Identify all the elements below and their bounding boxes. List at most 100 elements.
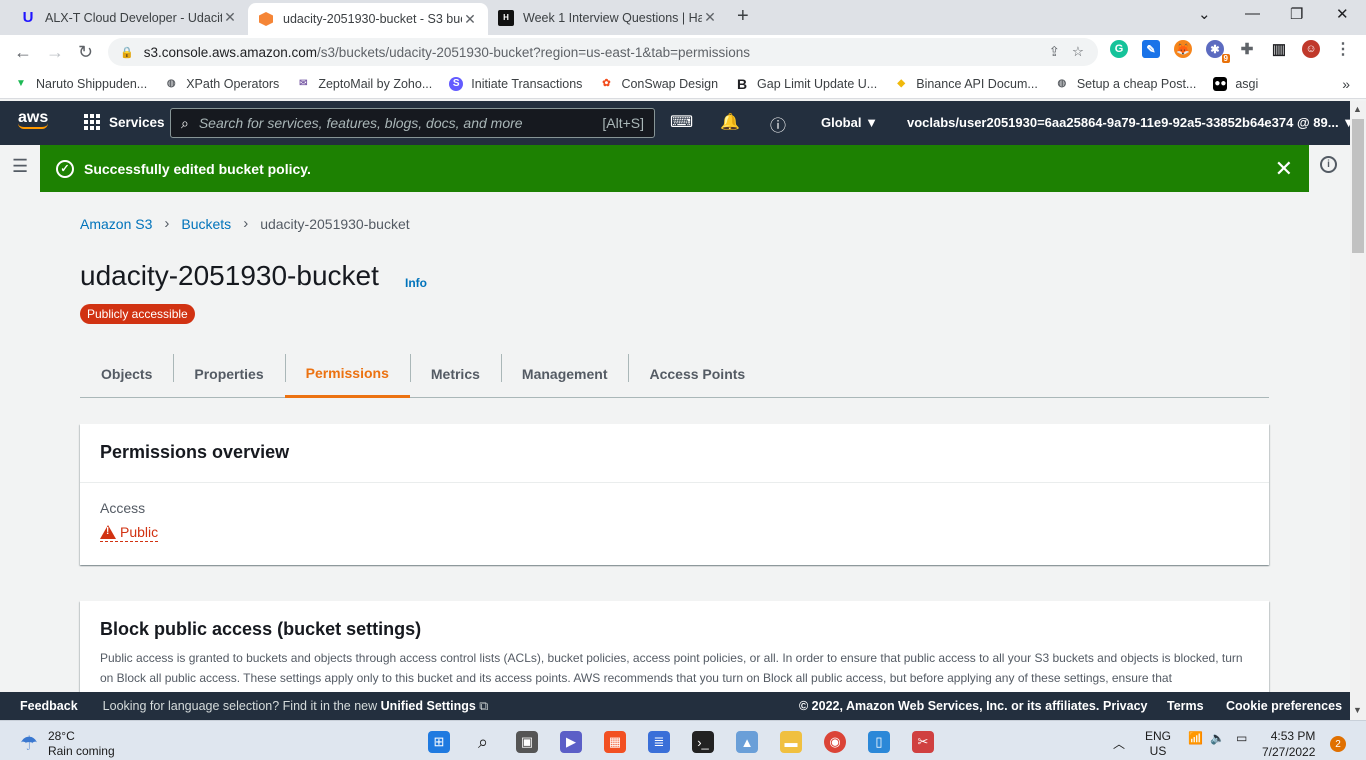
bookmark-star-icon[interactable]: ☆ [1072,44,1084,60]
feedback-link[interactable]: Feedback [20,699,78,713]
side-panel-icon[interactable]: ▥ [1270,40,1288,58]
privacy-link[interactable]: Privacy [1103,699,1147,713]
page-scrollbar[interactable]: ▲ ▼ [1350,101,1366,720]
bell-icon[interactable]: 🔔 [720,112,740,132]
tab-management[interactable]: Management [500,350,629,398]
maximize-icon[interactable]: ❐ [1290,5,1303,23]
close-icon[interactable]: ✕ [1275,156,1293,182]
windows-start-icon[interactable]: ⊞ [428,731,450,753]
scrollbar-thumb[interactable] [1352,119,1364,253]
share-icon[interactable]: ⇪ [1049,44,1060,60]
pen-extension-icon[interactable]: ✎ [1142,40,1160,58]
back-icon[interactable]: ← [14,42,32,63]
account-menu[interactable]: voclabs/user2051930=6aa25864-9a79-11e9-9… [907,115,1355,130]
help-icon[interactable]: ⓘ [770,112,786,136]
clock[interactable]: 4:53 PM 7/27/2022 [1262,728,1315,760]
photos-icon[interactable]: ▲ [736,731,758,753]
tab-access-points[interactable]: Access Points [628,350,766,398]
extension-badge-icon[interactable]: ✱ 9 [1206,40,1230,63]
teams-chat-icon[interactable]: ▶ [560,731,582,753]
external-link-icon: ⧉ [479,698,489,713]
bookmark-favicon-icon: ▼ [16,78,26,89]
services-menu-button[interactable]: Services [84,114,165,130]
browser-tab-hackmd[interactable]: H Week 1 Interview Questions | Ha ✕ [488,0,728,35]
extension-badge-count: 9 [1221,54,1230,63]
store-icon[interactable]: ▦ [604,731,626,753]
close-tab-icon[interactable]: ✕ [702,9,718,26]
language-indicator[interactable]: ENG US [1145,729,1171,759]
task-view-icon[interactable]: ▣ [516,731,538,753]
chevron-down-icon[interactable]: ⌄ [1198,5,1211,23]
grid-icon [84,114,100,130]
access-label: Access [100,500,146,516]
bookmark-item[interactable]: ✉ ZeptoMail by Zoho... [296,77,432,91]
windows-taskbar: ☂ 28°C Rain coming ⊞ ⌕ ▣ ▶ ▦ ≣ ›_ ▲ ▬ ◉ ▯… [0,720,1366,760]
forward-icon[interactable]: → [46,42,64,63]
url-path: /s3/buckets/udacity-2051930-bucket?regio… [317,44,751,60]
battery-icon[interactable]: ▭ [1236,731,1247,745]
puzzle-icon[interactable]: ✚ [1238,40,1256,58]
bookmarks-overflow-icon[interactable]: » [1342,76,1350,92]
access-value[interactable]: Public [100,524,159,542]
warning-icon [100,525,116,539]
rain-cloud-icon: ☂ [20,732,38,755]
profile-avatar[interactable]: ☺ [1302,40,1320,58]
menu-kebab-icon[interactable]: ⋮ [1334,40,1352,58]
wifi-icon[interactable]: 📶 [1188,731,1203,745]
breadcrumb-buckets[interactable]: Buckets [181,216,231,232]
address-bar[interactable]: 🔒 s3.console.aws.amazon.com/s3/buckets/u… [108,38,1098,66]
notepad-icon[interactable]: ≣ [648,731,670,753]
info-link[interactable]: Info [405,276,427,290]
bookmark-item[interactable]: ◍ Setup a cheap Post... [1055,76,1197,91]
search-shortcut: [Alt+S] [602,115,644,131]
bookmark-item[interactable]: ◍ XPath Operators [164,77,279,91]
new-tab-button[interactable]: + [737,5,749,28]
terminal-icon[interactable]: ›_ [692,731,714,753]
notification-badge[interactable]: 2 [1330,736,1346,752]
chrome-icon[interactable]: ◉ [824,731,846,753]
metamask-icon[interactable]: 🦊 [1174,40,1192,58]
main-content: Amazon S3 › Buckets › udacity-2051930-bu… [40,192,1309,721]
phone-link-icon[interactable]: ▯ [868,731,890,753]
aws-logo[interactable]: aws [18,109,48,129]
close-tab-icon[interactable]: ✕ [222,9,238,26]
browser-tab-s3[interactable]: udacity-2051930-bucket - S3 buc ✕ [248,3,488,35]
grammarly-icon[interactable]: G [1110,40,1128,58]
scroll-up-icon[interactable]: ▲ [1353,104,1362,114]
breadcrumb-amazon-s3[interactable]: Amazon S3 [80,216,152,232]
close-window-icon[interactable]: ✕ [1336,5,1349,23]
tab-properties[interactable]: Properties [173,350,284,398]
search-icon[interactable]: ⌕ [472,731,494,753]
volume-icon[interactable]: 🔈 [1210,731,1225,745]
minimize-icon[interactable]: — [1245,5,1260,22]
close-tab-icon[interactable]: ✕ [462,11,478,28]
chevron-up-icon[interactable]: ︿ [1113,735,1125,752]
reload-icon[interactable]: ↻ [78,42,93,63]
snipping-tool-icon[interactable]: ✂ [912,731,934,753]
scroll-down-icon[interactable]: ▼ [1353,705,1362,715]
terms-link[interactable]: Terms [1167,699,1204,713]
hamburger-menu-icon[interactable]: ☰ [12,156,28,177]
bookmark-item[interactable]: ✿ ConSwap Design [599,77,718,91]
bookmarks-bar: ▼ Naruto Shippuden... ◍ XPath Operators ✉ Z… [0,69,1366,99]
bookmark-item[interactable]: S Initiate Transactions [449,76,582,91]
tab-metrics[interactable]: Metrics [409,350,501,398]
weather-widget[interactable]: ☂ 28°C Rain coming [20,729,115,759]
figma-icon: ✿ [602,78,611,89]
tab-objects[interactable]: Objects [80,350,173,398]
info-panel-icon[interactable]: i [1320,156,1337,173]
browser-tab-udacity[interactable]: U ALX-T Cloud Developer - Udacity ✕ [10,0,248,35]
region-selector[interactable]: Global ▼ [821,115,878,130]
bookmark-item[interactable]: ●● asgi [1213,76,1258,91]
unified-settings-link[interactable]: Unified Settings [381,699,476,713]
aws-search-input[interactable]: ⌕ Search for services, features, blogs, … [170,108,655,138]
bookmark-item[interactable]: ◆ Binance API Docum... [894,77,1037,91]
cloudshell-icon[interactable]: ⌨ [670,112,693,132]
bookmark-item[interactable]: B Gap Limit Update U... [735,76,877,92]
bookmark-item[interactable]: ▼ Naruto Shippuden... [14,77,147,91]
cookie-preferences-link[interactable]: Cookie preferences [1226,699,1342,713]
bookmark-label: Setup a cheap Post... [1076,76,1197,91]
tab-permissions[interactable]: Permissions [284,350,410,398]
file-explorer-icon[interactable]: ▬ [780,731,802,753]
account-label: voclabs/user2051930=6aa25864-9a79-11e9-9… [907,115,1339,130]
